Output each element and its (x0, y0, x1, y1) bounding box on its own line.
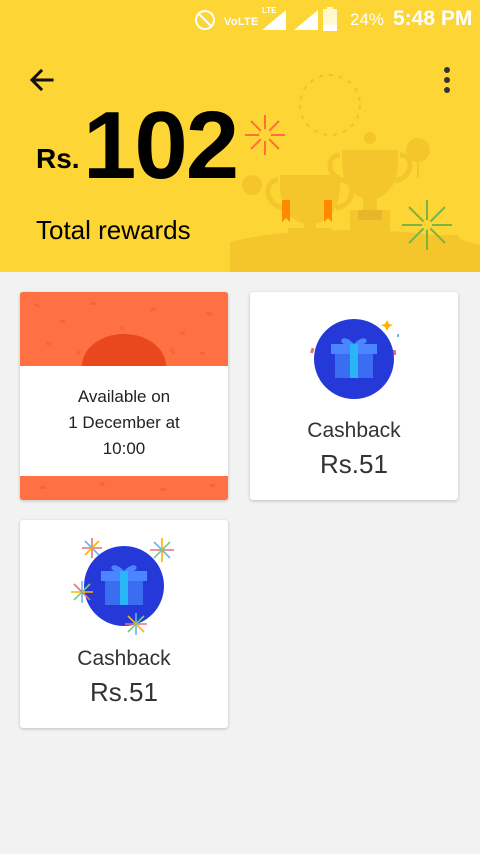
rewards-header: VoLTE LTE 24% 5:48 PM Rs. 102 Total rewa… (0, 0, 480, 272)
scratch-pattern (20, 292, 228, 366)
more-vert-icon[interactable] (434, 64, 460, 96)
arrow-back-icon[interactable] (26, 64, 58, 96)
clock-time: 5:48 PM (393, 7, 473, 30)
availability-line-2: 1 December at (68, 413, 180, 432)
signal-icon (294, 10, 318, 30)
gift-icon (71, 538, 174, 635)
locked-reward-card[interactable]: Available on 1 December at 10:00 (20, 292, 228, 500)
availability-line-3: 10:00 (102, 439, 146, 458)
do-not-disturb-icon (195, 10, 215, 30)
cashback-title: Cashback (307, 419, 401, 442)
battery-percent: 24% (350, 10, 385, 29)
cashback-amount: Rs.51 (90, 677, 158, 707)
availability-line-1: Available on (77, 387, 171, 406)
battery-icon (323, 7, 337, 31)
cashback-title: Cashback (77, 647, 171, 670)
cashback-amount: Rs.51 (320, 449, 388, 479)
network-type-label: VoLTE (224, 16, 259, 28)
gift-icon (310, 319, 399, 399)
cashback-card[interactable]: Cashback Rs.51 (250, 292, 458, 500)
signal-icon (262, 10, 286, 30)
cashback-card[interactable]: Cashback Rs.51 (20, 520, 228, 728)
availability-text: Available on 1 December at 10:00 (20, 366, 228, 476)
total-rewards-label: Total rewards (36, 215, 191, 245)
scratch-pattern-bottom (20, 476, 228, 500)
total-rewards-amount: 102 (83, 92, 239, 199)
status-bar: VoLTE LTE 24% 5:48 PM (0, 0, 480, 40)
currency-label: Rs. (36, 143, 80, 174)
